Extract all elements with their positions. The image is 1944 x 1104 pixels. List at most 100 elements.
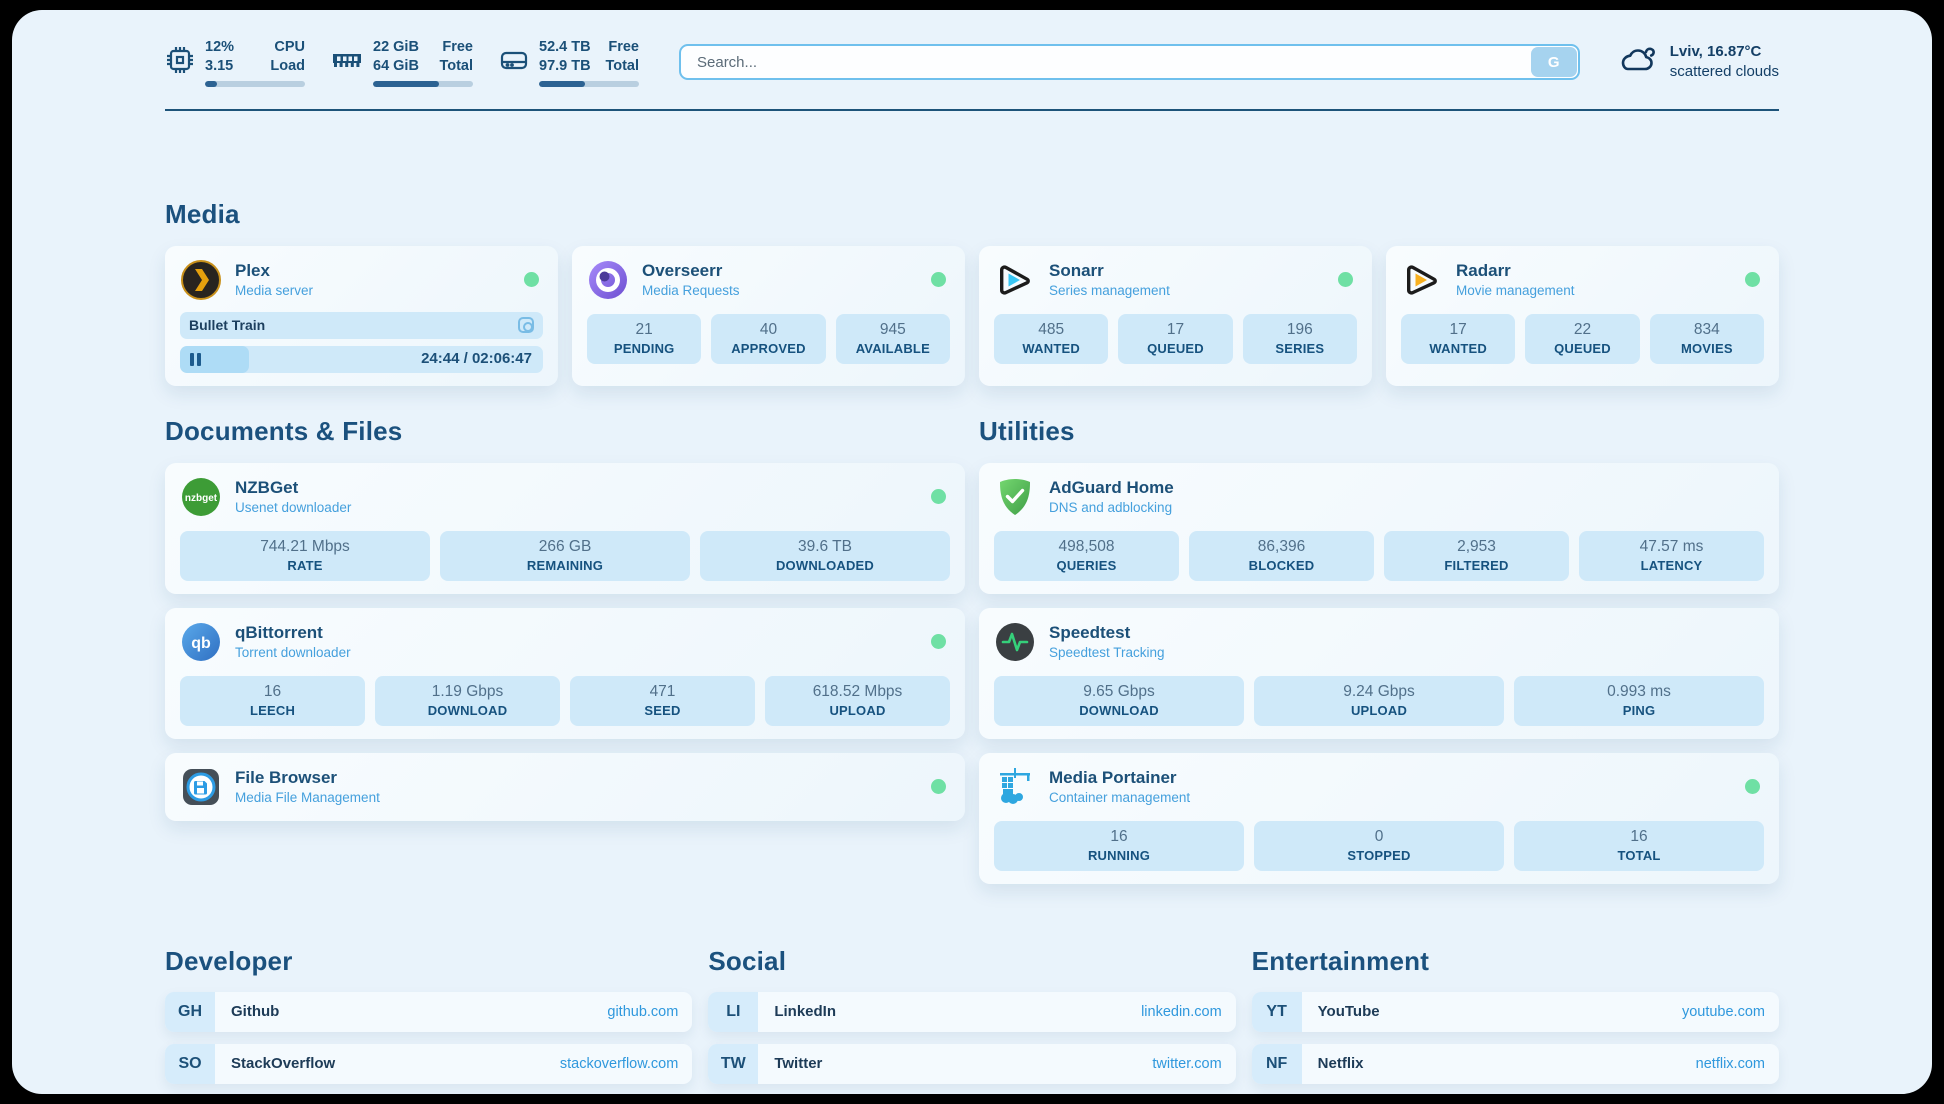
svg-text:nzbget: nzbget (185, 493, 218, 504)
link-url[interactable]: youtube.com (1682, 1004, 1765, 1020)
cloud-icon (1618, 43, 1658, 82)
playback-progress-bar[interactable]: 24:44 / 02:06:47 (180, 346, 543, 373)
camera-icon[interactable] (518, 317, 534, 333)
service-title: Speedtest (1049, 623, 1764, 643)
section-title-media: Media (165, 199, 1779, 230)
card-filebrowser[interactable]: File Browser Media File Management (165, 753, 965, 821)
status-dot-online (931, 489, 946, 504)
link-github[interactable]: GH Github github.com (165, 992, 692, 1032)
stat-tile: 266 GBREMAINING (440, 531, 690, 581)
status-dot-online (931, 634, 946, 649)
service-title: NZBGet (235, 478, 918, 498)
stat-tile: 1.19 GbpsDOWNLOAD (375, 676, 560, 726)
search-input[interactable] (679, 44, 1580, 80)
section-title-developer: Developer (165, 946, 692, 977)
now-playing-row: Bullet Train (180, 312, 543, 339)
stat-tile: 22QUEUED (1525, 314, 1639, 364)
service-subtitle: Speedtest Tracking (1049, 645, 1764, 660)
service-subtitle: Media File Management (235, 790, 918, 805)
link-twitter[interactable]: TW Twitter twitter.com (708, 1044, 1235, 1084)
links-column-entertainment: Entertainment YT YouTube youtube.com NF … (1252, 946, 1779, 1094)
adguard-icon (994, 476, 1036, 518)
service-title: AdGuard Home (1049, 478, 1764, 498)
link-url[interactable]: netflix.com (1696, 1056, 1765, 1072)
stat-tile: 0STOPPED (1254, 821, 1504, 871)
link-name: Github (231, 1003, 279, 1020)
stat-tile: 16TOTAL (1514, 821, 1764, 871)
link-url[interactable]: twitter.com (1152, 1056, 1221, 1072)
search-engine-button[interactable]: G (1531, 47, 1577, 77)
card-adguard[interactable]: AdGuard Home DNS and adblocking 498,508Q… (979, 463, 1779, 594)
memory-progress-fill (373, 81, 439, 87)
weather-widget: Lviv, 16.87°C scattered clouds (1618, 42, 1779, 83)
filebrowser-icon (180, 766, 222, 808)
section-title-entertainment: Entertainment (1252, 946, 1779, 977)
cpu-stat-widget: 12% CPU 3.15 Load (165, 38, 305, 87)
status-dot-online (1745, 779, 1760, 794)
memory-stat-widget: 22 GiB Free 64 GiB Total (331, 38, 473, 87)
top-bar: 12% CPU 3.15 Load (165, 10, 1779, 87)
service-subtitle: Container management (1049, 790, 1732, 805)
card-plex[interactable]: Plex Media server Bullet Train 24:44 / 0… (165, 246, 558, 386)
header-divider (165, 109, 1779, 111)
cpu-icon (165, 45, 195, 80)
stat-tile: 21PENDING (587, 314, 701, 364)
link-abbr: SO (165, 1044, 215, 1084)
link-stackoverflow[interactable]: SO StackOverflow stackoverflow.com (165, 1044, 692, 1084)
status-dot-online (1745, 272, 1760, 287)
cpu-value-bottom: 3.15 (205, 57, 233, 76)
stat-tile: 16RUNNING (994, 821, 1244, 871)
link-name: YouTube (1318, 1003, 1380, 1020)
link-url[interactable]: stackoverflow.com (560, 1056, 678, 1072)
disk-value-top: 52.4 TB (539, 38, 591, 57)
link-youtube[interactable]: YT YouTube youtube.com (1252, 992, 1779, 1032)
card-speedtest[interactable]: Speedtest Speedtest Tracking 9.65 GbpsDO… (979, 608, 1779, 739)
card-radarr[interactable]: Radarr Movie management 17WANTED 22QUEUE… (1386, 246, 1779, 386)
link-linkedin[interactable]: LI LinkedIn linkedin.com (708, 992, 1235, 1032)
stat-tile: 47.57 msLATENCY (1579, 531, 1764, 581)
card-sonarr[interactable]: Sonarr Series management 485WANTED 17QUE… (979, 246, 1372, 386)
card-portainer[interactable]: Media Portainer Container management 16R… (979, 753, 1779, 884)
radarr-icon (1401, 259, 1443, 301)
service-title: Sonarr (1049, 261, 1325, 281)
speedtest-icon (994, 621, 1036, 663)
weather-location-temp: Lviv, 16.87°C (1670, 42, 1779, 62)
stat-tile: 9.65 GbpsDOWNLOAD (994, 676, 1244, 726)
cpu-label-bottom: Load (270, 57, 305, 76)
stat-tile: 744.21 MbpsRATE (180, 531, 430, 581)
stat-tile: 16LEECH (180, 676, 365, 726)
card-qbittorrent[interactable]: qb qBittorrent Torrent downloader 16LEEC… (165, 608, 965, 739)
stat-tile: 834MOVIES (1650, 314, 1764, 364)
disk-progress-track (539, 81, 639, 87)
card-overseerr[interactable]: Overseerr Media Requests 21PENDING 40APP… (572, 246, 965, 386)
service-subtitle: Media server (235, 283, 511, 298)
service-title: File Browser (235, 768, 918, 788)
section-title-social: Social (708, 946, 1235, 977)
svg-text:qb: qb (191, 635, 211, 652)
service-title: Plex (235, 261, 511, 281)
link-url[interactable]: linkedin.com (1141, 1004, 1222, 1020)
link-url[interactable]: github.com (607, 1004, 678, 1020)
stat-tile: 0.993 msPING (1514, 676, 1764, 726)
portainer-icon (994, 766, 1036, 808)
service-subtitle: DNS and adblocking (1049, 500, 1764, 515)
link-name: StackOverflow (231, 1055, 335, 1072)
pause-icon[interactable] (190, 353, 201, 366)
section-title-utilities: Utilities (979, 416, 1779, 447)
memory-icon (331, 47, 363, 78)
plex-icon (180, 259, 222, 301)
playback-time: 24:44 / 02:06:47 (421, 350, 532, 367)
link-abbr: LI (708, 992, 758, 1032)
status-dot-online (931, 272, 946, 287)
stat-tile: 17WANTED (1401, 314, 1515, 364)
disk-value-bottom: 97.9 TB (539, 57, 591, 76)
search-bar: G (679, 44, 1580, 80)
link-netflix[interactable]: NF Netflix netflix.com (1252, 1044, 1779, 1084)
stat-tile: 17QUEUED (1118, 314, 1232, 364)
disk-stat-widget: 52.4 TB Free 97.9 TB Total (499, 38, 639, 87)
link-abbr: GH (165, 992, 215, 1032)
service-title: Media Portainer (1049, 768, 1732, 788)
card-nzbget[interactable]: nzbget NZBGet Usenet downloader 744.21 M… (165, 463, 965, 594)
memory-value-top: 22 GiB (373, 38, 419, 57)
stat-tile: 945AVAILABLE (836, 314, 950, 364)
